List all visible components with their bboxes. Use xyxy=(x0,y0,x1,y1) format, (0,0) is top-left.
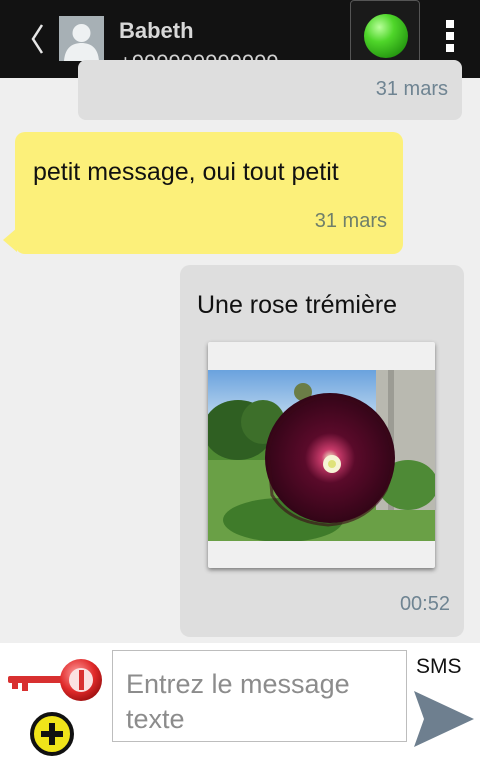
send-mode-label: SMS xyxy=(416,655,462,678)
contact-name: Babeth xyxy=(119,18,194,43)
composer-bar: SMS xyxy=(0,643,480,761)
overflow-menu-icon[interactable] xyxy=(444,20,456,56)
message-bubble-outgoing-mms[interactable]: Une rose trémière 00:52 xyxy=(180,265,464,637)
message-text: Une rose trémière xyxy=(197,291,398,319)
send-arrow-icon[interactable] xyxy=(412,687,476,751)
avatar[interactable] xyxy=(59,16,104,61)
message-input[interactable] xyxy=(112,650,407,742)
hollyhock-photo xyxy=(208,370,435,541)
key-icon[interactable] xyxy=(6,655,104,705)
add-circle-icon[interactable] xyxy=(29,711,75,757)
message-timestamp: 31 mars xyxy=(375,78,448,100)
message-bubble-incoming[interactable]: petit message, oui tout petit 31 mars xyxy=(3,132,403,254)
image-attachment[interactable] xyxy=(208,342,435,568)
bubble-tail xyxy=(3,228,17,252)
message-text: petit message, oui tout petit xyxy=(33,158,339,186)
person-silhouette-icon xyxy=(59,16,104,61)
message-timestamp: 00:52 xyxy=(399,593,450,615)
back-chevron-icon[interactable] xyxy=(28,22,48,56)
message-bubble-outgoing[interactable]: 31 mars xyxy=(78,60,462,120)
green-status-icon xyxy=(364,14,408,58)
message-timestamp: 31 mars xyxy=(314,210,387,232)
